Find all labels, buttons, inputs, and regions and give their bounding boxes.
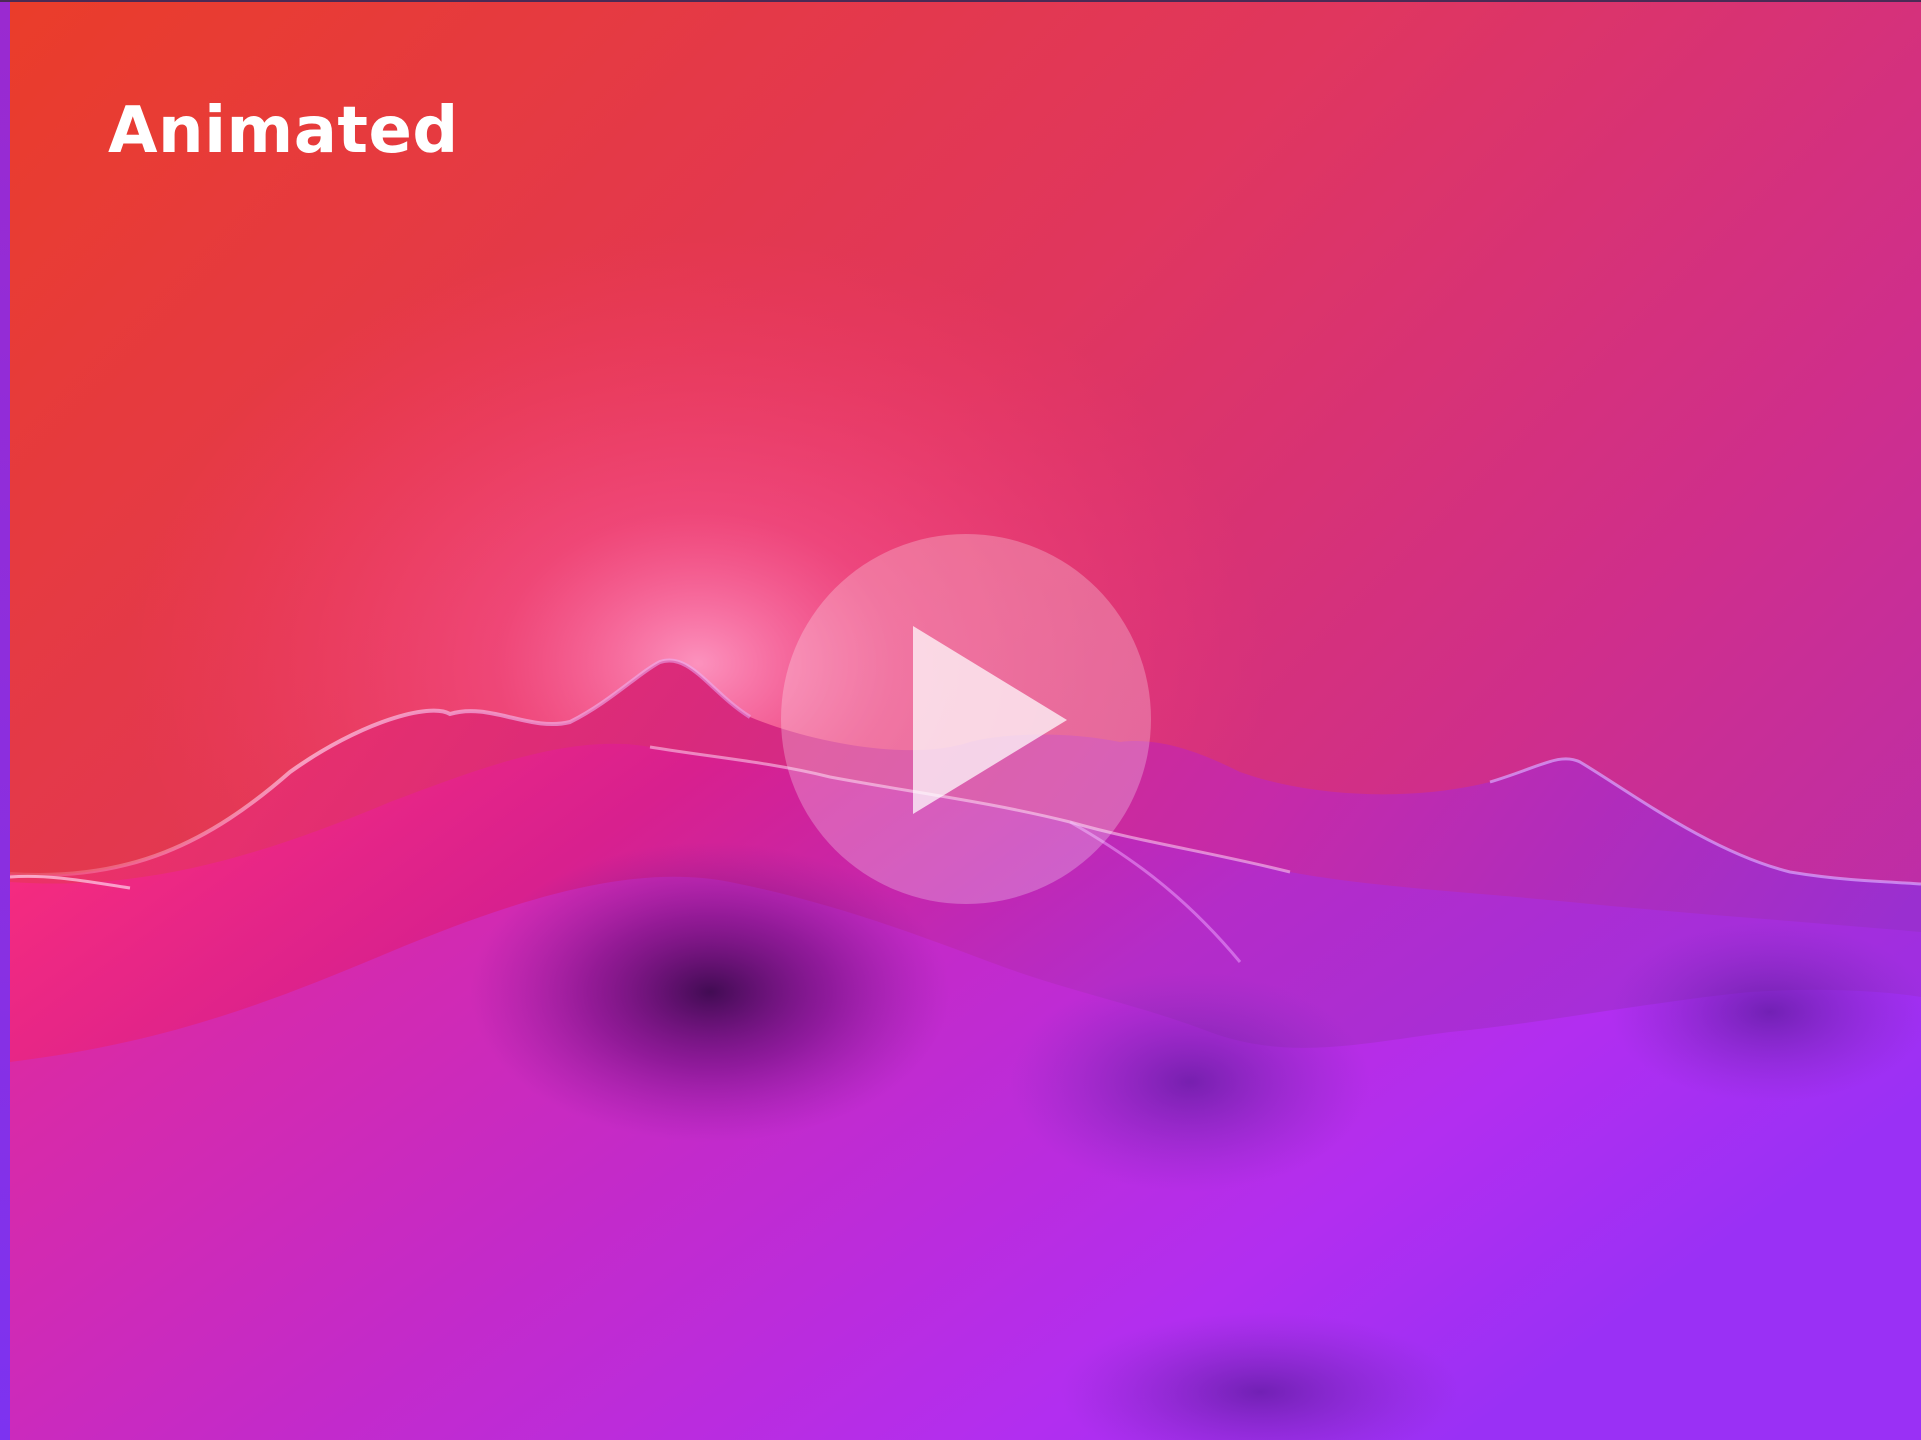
left-edge-strip — [0, 0, 10, 1440]
play-button[interactable] — [781, 534, 1151, 904]
video-card[interactable]: Animated — [10, 2, 1921, 1440]
video-title: Animated — [108, 94, 459, 168]
page: Animated — [0, 0, 1921, 1440]
top-divider — [0, 0, 1921, 2]
play-icon — [913, 626, 1067, 814]
